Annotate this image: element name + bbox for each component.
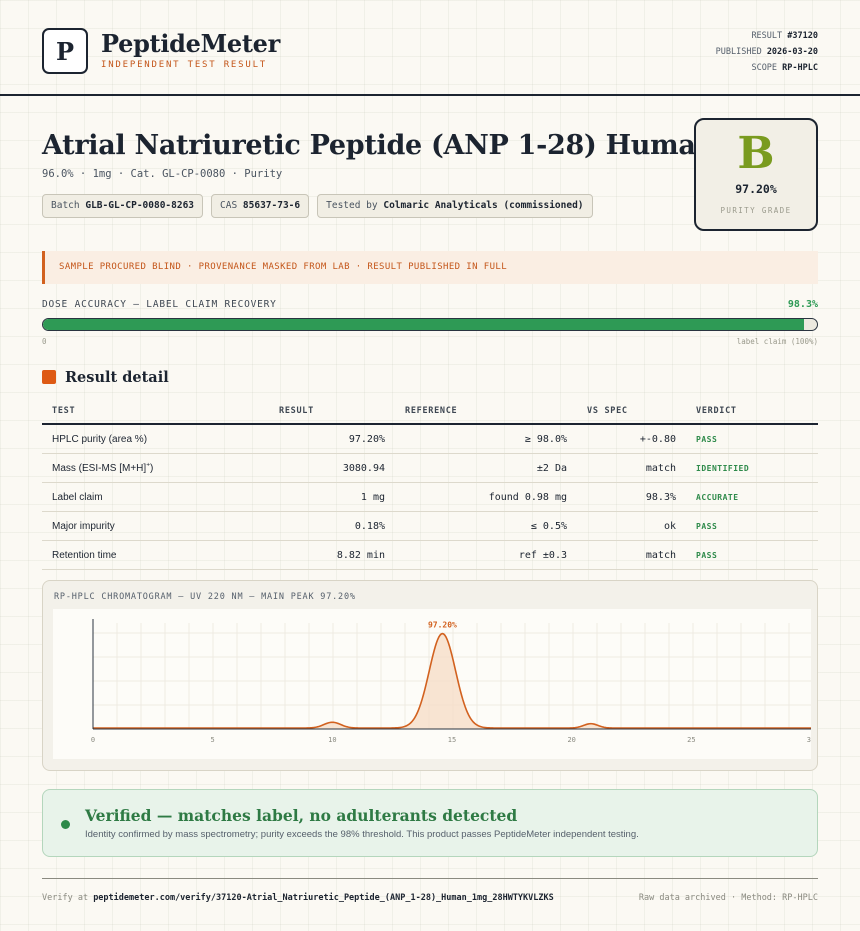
col-result: RESULT [279,406,314,416]
verified-banner: Verified — matches label, no adulterants… [42,789,818,857]
cell-vs-spec: +-0.80 [639,434,676,445]
table-row: HPLC purity (area %) 97.20% ≥ 98.0% +-0.… [42,425,818,454]
x-tick-label: 0 [91,736,95,744]
chromatogram-card: RP-HPLC CHROMATOGRAM — UV 220 NM — MAIN … [42,580,818,771]
col-test: TEST [52,406,76,416]
x-tick-label: 5 [211,736,215,744]
cell-test: HPLC purity (area %) [52,434,148,445]
grade-value: 97.20% [735,182,777,196]
cell-verdict: ACCURATE [696,493,739,502]
cell-test: Major impurity [52,521,115,532]
provenance-banner: SAMPLE PROCURED BLIND · PROVENANCE MASKE… [42,251,818,284]
chip-tested-by: Tested by Colmaric Analyticals (commissi… [317,194,593,218]
dose-accuracy-fill [43,319,804,330]
cell-reference: ref ±0.3 [518,550,567,561]
col-verdict: VERDICT [696,406,737,416]
results-table: TEST RESULT REFERENCE VS SPEC VERDICT HP… [42,398,818,570]
verified-text: Identity confirmed by mass spectrometry;… [85,829,639,840]
report-header: P PeptideMeter INDEPENDENT TEST RESULT R… [0,0,860,96]
footer-method: Raw data archived · Method: RP-HPLC [638,893,818,903]
cell-reference: ≥ 98.0% [524,434,567,445]
footer-verify: Verify at peptidemeter.com/verify/37120-… [42,893,554,903]
meta-scope: SCOPE RP-HPLC [751,63,818,73]
product-title: Atrial Natriuretic Peptide (ANP 1-28) Hu… [42,130,715,161]
chromatogram-chart: 0 5 10 15 20 25 30 97.20% [53,609,811,759]
verify-prefix: Verify at [42,893,89,903]
cell-vs-spec: match [645,550,676,561]
section-title: Result detail [65,369,169,386]
meta-result: RESULT #37120 [751,31,818,41]
brand-name[interactable]: PeptideMeter [101,29,280,58]
cell-result: 3080.94 [342,463,385,474]
cell-vs-spec: match [645,463,676,474]
chip-batch: Batch GLB-GL-CP-0080-8263 [42,194,204,218]
verified-dot-icon [61,820,70,829]
table-row: Major impurity 0.18% ≤ 0.5% ok PASS [42,512,818,541]
cell-result: 0.18% [354,521,385,532]
cell-verdict: IDENTIFIED [696,464,750,473]
footer-divider [42,878,818,879]
cell-test: Label claim [52,492,103,503]
meta-published: PUBLISHED 2026-03-20 [715,47,818,57]
cell-reference: found 0.98 mg [488,492,567,503]
cell-reference: ≤ 0.5% [530,521,567,532]
dose-accuracy-bar [42,318,818,331]
verified-title: Verified — matches label, no adulterants… [85,806,518,825]
dose-accuracy-value: 98.3% [787,299,818,310]
section-marker-icon [42,370,56,384]
grade-label: PURITY GRADE [720,206,792,215]
dose-bar-min: 0 [42,337,47,346]
verify-link[interactable]: peptidemeter.com/verify/37120-Atrial_Nat… [93,893,554,903]
brand-subtitle: INDEPENDENT TEST RESULT [101,60,268,70]
cell-verdict: PASS [696,435,718,444]
table-header: TEST RESULT REFERENCE VS SPEC VERDICT [42,398,818,425]
table-row: Label claim 1 mg found 0.98 mg 98.3% ACC… [42,483,818,512]
cell-reference: ±2 Da [536,463,567,474]
product-chips: Batch GLB-GL-CP-0080-8263 CAS 85637-73-6… [42,194,593,218]
cell-test: Retention time [52,550,117,561]
chromatogram-title: RP-HPLC CHROMATOGRAM — UV 220 NM — MAIN … [54,592,356,602]
x-tick-label: 30 [807,736,811,744]
col-vs-spec: VS SPEC [587,406,628,416]
cell-vs-spec: ok [663,521,676,532]
chip-cas: CAS 85637-73-6 [211,194,310,218]
cell-verdict: PASS [696,522,718,531]
x-tick-label: 20 [567,736,575,744]
result-meta: RESULT #37120 PUBLISHED 2026-03-20 SCOPE… [716,28,818,76]
grade-letter: B [737,128,775,179]
cell-result: 97.20% [348,434,385,445]
peak-label: 97.20% [428,621,457,630]
product-subtitle: 96.0% · 1mg · Cat. GL-CP-0080 · Purity [42,168,283,180]
table-row: Mass (ESI-MS [M+H]+) 3080.94 ±2 Da match… [42,454,818,483]
cell-vs-spec: 98.3% [645,492,676,503]
purity-grade-card: B 97.20% PURITY GRADE [694,118,818,231]
col-reference: REFERENCE [405,406,458,416]
dose-bar-max: label claim (100%) [736,337,818,346]
brand-logo[interactable]: P [42,28,88,74]
dose-accuracy-label: DOSE ACCURACY — LABEL CLAIM RECOVERY [42,299,277,310]
x-tick-label: 25 [687,736,695,744]
table-row: Retention time 8.82 min ref ±0.3 match P… [42,541,818,570]
cell-result: 8.82 min [336,550,385,561]
cell-result: 1 mg [360,492,385,503]
x-tick-label: 10 [328,736,336,744]
cell-test: Mass (ESI-MS [M+H]+) [52,461,154,474]
cell-verdict: PASS [696,551,718,560]
x-tick-label: 15 [448,736,456,744]
